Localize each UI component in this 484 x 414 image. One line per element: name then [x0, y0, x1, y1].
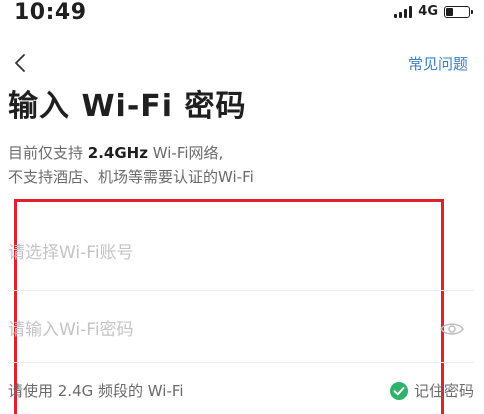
signal-icon: [394, 6, 413, 18]
status-indicators: 4G: [394, 4, 473, 20]
remember-password-label: 记住密码: [413, 382, 474, 400]
desc-line-2: 不支持酒店、机场等需要认证的Wi-Fi: [8, 168, 254, 186]
desc-suffix: Wi-Fi网络,: [152, 144, 224, 162]
wifi-requirements-text: 目前仅支持 2.4GHz Wi-Fi网络, 不支持酒店、机场等需要认证的Wi-F…: [8, 141, 254, 189]
desc-frequency: 2.4GHz: [87, 144, 148, 162]
battery-level: [446, 8, 454, 16]
password-input[interactable]: [8, 310, 428, 350]
faq-link[interactable]: 常见问题: [408, 54, 468, 74]
check-circle-icon[interactable]: [389, 382, 408, 400]
divider: [8, 362, 474, 363]
ssid-input[interactable]: [8, 233, 428, 273]
band-hint: 请使用 2.4G 频段的 Wi-Fi: [8, 382, 184, 400]
divider: [8, 290, 474, 291]
password-row[interactable]: [8, 310, 468, 350]
status-time: 10:49: [14, 0, 87, 25]
ssid-row[interactable]: [8, 233, 468, 273]
network-type: 4G: [418, 4, 438, 19]
chevron-left-icon[interactable]: [10, 52, 32, 74]
desc-prefix: 目前仅支持: [8, 144, 84, 162]
battery-icon: [444, 6, 473, 18]
remember-password-toggle[interactable]: 记住密码: [389, 380, 474, 402]
eye-icon[interactable]: [440, 321, 464, 337]
page-title: 输入 Wi-Fi 密码: [8, 89, 247, 124]
options-row: 请使用 2.4G 频段的 Wi-Fi 记住密码: [8, 380, 474, 404]
desc-line-1: 目前仅支持 2.4GHz Wi-Fi网络,: [8, 141, 254, 165]
status-bar: 10:49 4G: [0, 0, 484, 26]
